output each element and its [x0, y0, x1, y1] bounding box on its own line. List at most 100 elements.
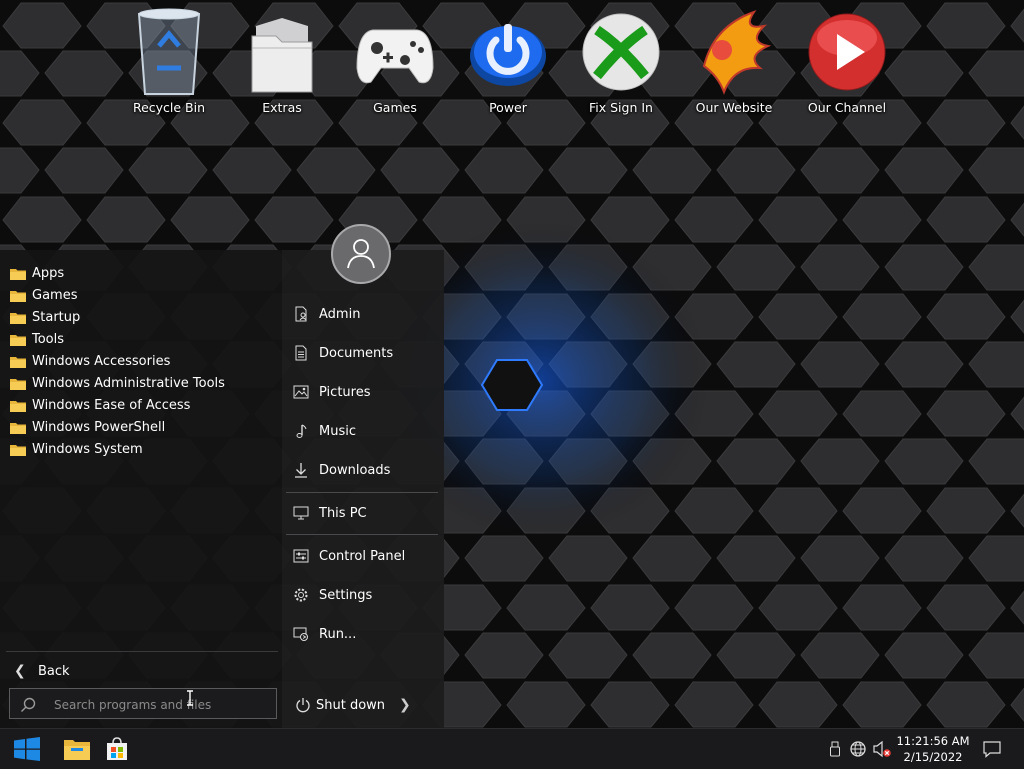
- start-menu-places-pane: Admin Documents Pictures Music Downloads…: [282, 250, 444, 728]
- program-folder-windows-powershell[interactable]: Windows PowerShell: [10, 416, 225, 438]
- divider: [286, 492, 438, 493]
- place-label: Documents: [319, 345, 394, 361]
- download-arrow-icon: [292, 461, 310, 479]
- desktop-icon-our-website[interactable]: Our Website: [679, 6, 789, 115]
- place-label: Music: [319, 423, 356, 439]
- power-icon: [294, 696, 312, 714]
- desktop-icon-our-channel[interactable]: Our Channel: [792, 6, 902, 115]
- folder-icon: [10, 399, 26, 412]
- divider: [286, 534, 438, 535]
- program-folder-windows-ease-of-access[interactable]: Windows Ease of Access: [10, 394, 225, 416]
- program-folder-startup[interactable]: Startup: [10, 306, 225, 328]
- shutdown-button[interactable]: Shut down ❯: [294, 693, 411, 717]
- program-folder-games[interactable]: Games: [10, 284, 225, 306]
- file-explorer-icon: [64, 740, 90, 760]
- place-music[interactable]: Music: [292, 419, 356, 443]
- notifications-icon[interactable]: [982, 739, 1002, 759]
- desktop-icon-label: Extras: [262, 100, 302, 115]
- file-explorer-button[interactable]: [57, 729, 97, 769]
- start-button[interactable]: [7, 729, 47, 769]
- user-document-icon: [292, 305, 310, 323]
- music-note-icon: [292, 422, 310, 440]
- back-button[interactable]: ❮ Back: [10, 660, 70, 682]
- desktop-icon-label: Fix Sign In: [589, 100, 653, 115]
- gear-icon: [292, 586, 310, 604]
- volume-muted-icon[interactable]: [872, 739, 892, 759]
- desktop-icon-label: Our Channel: [807, 100, 887, 115]
- place-label: Admin: [319, 306, 361, 322]
- place-settings[interactable]: Settings: [292, 583, 372, 607]
- run-icon: [292, 625, 310, 643]
- taskbar: 11:21:56 AM 2/15/2022: [0, 728, 1024, 769]
- place-label: Control Panel: [319, 548, 406, 564]
- power-icon: [470, 24, 546, 86]
- desktop-icon-games[interactable]: Games: [340, 6, 450, 115]
- computer-icon: [292, 504, 310, 522]
- recycle-bin-icon: [137, 8, 201, 95]
- xbox-icon: [582, 13, 660, 91]
- folder-icon: [10, 289, 26, 302]
- desktop-icon-power[interactable]: Power: [453, 6, 563, 115]
- store-button[interactable]: [97, 729, 137, 769]
- folder-icon: [10, 355, 26, 368]
- search-box[interactable]: [9, 688, 277, 719]
- search-icon: [21, 697, 36, 712]
- system-clock[interactable]: 11:21:56 AM 2/15/2022: [893, 733, 973, 765]
- program-folder-windows-accessories[interactable]: Windows Accessories: [10, 350, 225, 372]
- place-admin[interactable]: Admin: [292, 302, 360, 326]
- picture-icon: [292, 383, 310, 401]
- desktop-icon-recycle-bin[interactable]: Recycle Bin: [114, 6, 224, 115]
- program-folder-label: Windows Administrative Tools: [32, 375, 225, 391]
- program-folder-label: Windows Accessories: [32, 353, 171, 369]
- desktop-icon-label: Recycle Bin: [132, 100, 206, 115]
- usb-icon[interactable]: [825, 739, 845, 759]
- divider: [6, 651, 278, 652]
- folder-stack-icon: [251, 18, 313, 93]
- clock-date: 2/15/2022: [903, 750, 963, 764]
- place-run[interactable]: Run...: [292, 622, 356, 646]
- desktop-icon-fix-sign-in[interactable]: Fix Sign In: [566, 6, 676, 115]
- user-avatar[interactable]: [331, 224, 391, 284]
- start-menu-programs-pane: Apps Games Startup Tools Windows Accesso…: [0, 250, 282, 728]
- program-folder-windows-administrative-tools[interactable]: Windows Administrative Tools: [10, 372, 225, 394]
- place-control-panel[interactable]: Control Panel: [292, 544, 405, 568]
- place-pictures[interactable]: Pictures: [292, 380, 370, 404]
- program-folder-label: Windows Ease of Access: [32, 397, 191, 413]
- program-folder-windows-system[interactable]: Windows System: [10, 438, 225, 460]
- folder-icon: [10, 377, 26, 390]
- folder-icon: [10, 311, 26, 324]
- document-icon: [292, 344, 310, 362]
- play-icon: [808, 13, 886, 91]
- program-folder-label: Tools: [32, 331, 65, 347]
- phoenix-icon: [702, 10, 772, 95]
- place-documents[interactable]: Documents: [292, 341, 393, 365]
- shutdown-label: Shut down: [316, 697, 386, 713]
- program-folder-label: Windows System: [32, 441, 143, 457]
- network-globe-icon[interactable]: [848, 739, 868, 759]
- place-label: Downloads: [319, 462, 391, 478]
- start-menu: Apps Games Startup Tools Windows Accesso…: [0, 250, 444, 728]
- program-folder-tools[interactable]: Tools: [10, 328, 225, 350]
- user-icon: [347, 239, 375, 269]
- folder-icon: [10, 443, 26, 456]
- program-folder-label: Games: [32, 287, 78, 303]
- clock-time: 11:21:56 AM: [896, 734, 970, 748]
- chevron-right-icon[interactable]: ❯: [399, 697, 411, 713]
- desktop-icon-label: Games: [373, 100, 417, 115]
- place-label: Run...: [319, 626, 357, 642]
- text-cursor-icon: [187, 690, 193, 706]
- folder-icon: [10, 333, 26, 346]
- place-this-pc[interactable]: This PC: [292, 501, 367, 525]
- program-folder-apps[interactable]: Apps: [10, 262, 225, 284]
- desktop-icon-extras[interactable]: Extras: [227, 6, 337, 115]
- program-folder-label: Apps: [32, 265, 65, 281]
- gamepad-icon: [356, 29, 434, 84]
- search-input[interactable]: [52, 695, 266, 715]
- back-label: Back: [38, 663, 70, 679]
- place-label: Pictures: [319, 384, 371, 400]
- place-downloads[interactable]: Downloads: [292, 458, 390, 482]
- program-folder-label: Windows PowerShell: [32, 419, 166, 435]
- desktop-icon-label: Power: [489, 100, 527, 115]
- folder-icon: [10, 421, 26, 434]
- control-panel-icon: [292, 547, 310, 565]
